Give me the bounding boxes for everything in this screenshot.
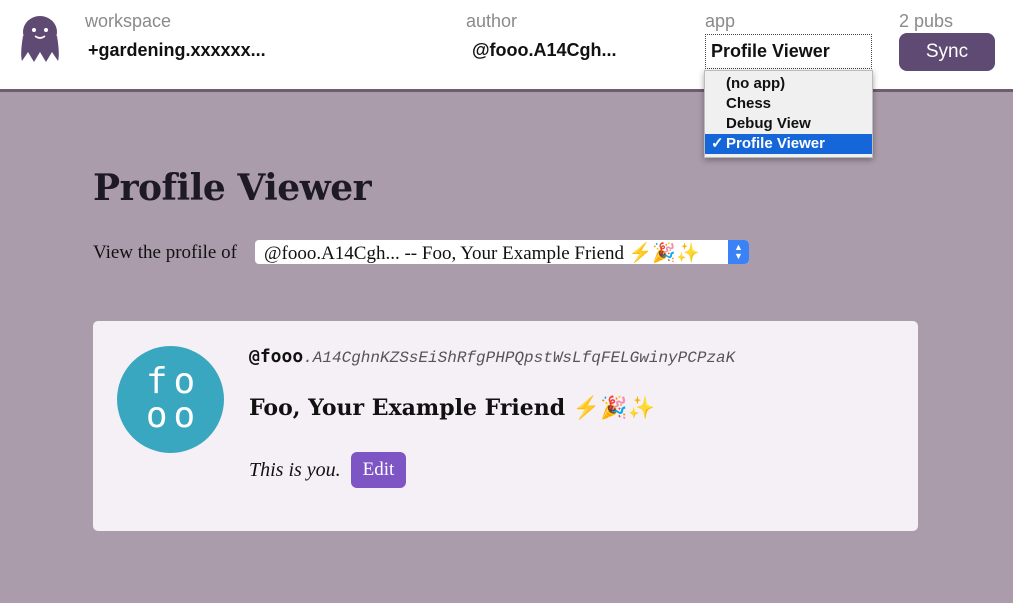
checkmark-icon: ✓	[711, 135, 724, 152]
avatar-text-line-2: oo	[145, 395, 202, 436]
edit-button[interactable]: Edit	[351, 452, 406, 488]
octopus-logo-icon	[21, 16, 59, 62]
app-select[interactable]: Profile Viewer	[705, 34, 872, 69]
page-title: Profile Viewer	[93, 167, 372, 209]
select-stepper-icon: ▲ ▼	[728, 240, 749, 264]
pubs-count: 2 pubs	[899, 11, 954, 31]
profile-select-value: @fooo.A14Cgh... -- Foo, Your Example Fri…	[264, 243, 700, 264]
profile-selector-label: View the profile of	[93, 242, 237, 263]
author-pubkey: .A14CghnKZSsEiShRfgPHPQpstWsLfqFELGwinyP…	[303, 349, 736, 367]
author-value[interactable]: @fooo.A14Cgh...	[472, 40, 617, 61]
avatar: fo oo	[117, 346, 224, 453]
app-dropdown-menu: (no app) Chess Debug View ✓ Profile View…	[704, 70, 873, 158]
profile-select[interactable]: @fooo.A14Cgh... -- Foo, Your Example Fri…	[255, 240, 749, 264]
app-option-no-app[interactable]: (no app)	[705, 74, 872, 94]
workspace-value[interactable]: +gardening.xxxxxx...	[88, 40, 266, 61]
app-label: app	[705, 11, 736, 31]
profile-card: fo oo @fooo.A14CghnKZSsEiShRfgPHPQpstWsL…	[93, 321, 918, 531]
app-option-debug-view[interactable]: Debug View	[705, 114, 872, 134]
author-address: @fooo.A14CghnKZSsEiShRfgPHPQpstWsLfqFELG…	[249, 346, 735, 367]
this-is-you-text: This is you.	[249, 459, 341, 481]
author-shortname: @fooo	[249, 346, 304, 367]
sync-button[interactable]: Sync	[899, 33, 995, 71]
app-option-profile-viewer[interactable]: ✓ Profile Viewer	[705, 134, 872, 154]
workspace-label: workspace	[85, 11, 172, 31]
app-option-chess[interactable]: Chess	[705, 94, 872, 114]
app-option-label: Chess	[726, 95, 772, 112]
app-option-label: (no app)	[726, 75, 786, 92]
avatar-text-line-1: fo	[145, 361, 202, 402]
app-option-label: Debug View	[726, 115, 811, 132]
display-name: Foo, Your Example Friend ⚡🎉✨	[249, 395, 656, 421]
app-option-label: Profile Viewer	[726, 135, 825, 152]
author-label: author	[466, 11, 518, 31]
